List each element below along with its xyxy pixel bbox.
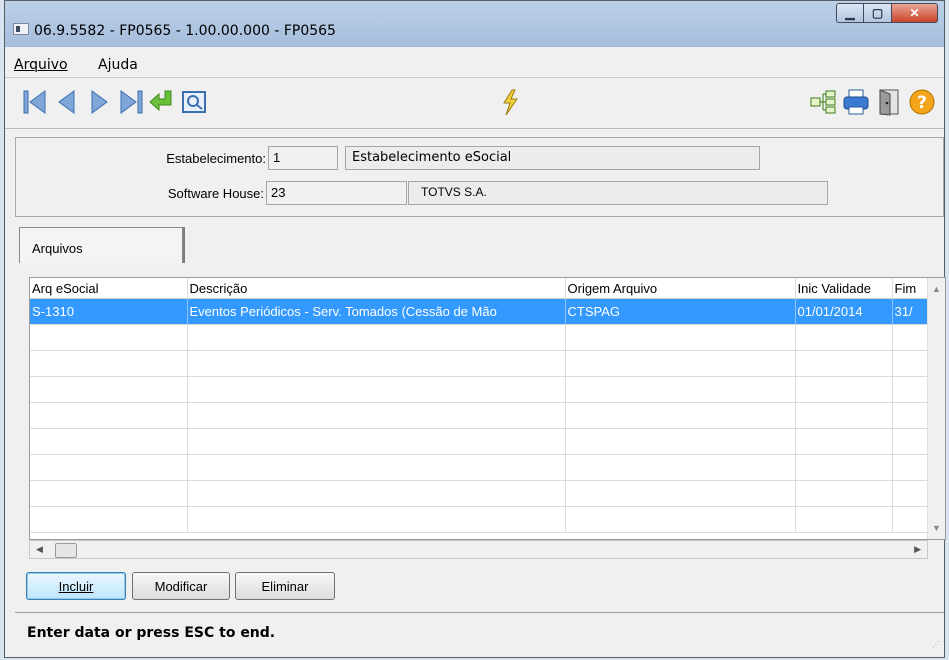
menu-arquivo[interactable]: Arquivo — [14, 57, 68, 73]
tab-arquivos[interactable]: Arquivos — [19, 227, 183, 263]
table-row-empty[interactable] — [30, 428, 933, 455]
help-button[interactable]: ? — [907, 87, 937, 117]
column-header-inic-validade[interactable]: Inic Validade — [795, 278, 893, 299]
horizontal-scrollbar[interactable]: ◀ ▶ — [29, 540, 928, 559]
table-row-empty[interactable] — [30, 506, 933, 533]
column-header-descricao[interactable]: Descrição — [187, 278, 566, 299]
cell-inic-validade: 01/01/2014 — [795, 298, 893, 325]
table-row-empty[interactable] — [30, 480, 933, 507]
next-record-icon — [91, 90, 108, 114]
last-record-button[interactable] — [116, 87, 146, 117]
table-row-empty[interactable] — [30, 376, 933, 403]
first-record-button[interactable] — [20, 87, 50, 117]
table-row-empty[interactable] — [30, 324, 933, 351]
header-form: Estabelecimento: 1 Estabelecimento eSoci… — [15, 137, 944, 217]
search-zoom-icon — [182, 91, 206, 113]
exit-button[interactable] — [874, 87, 904, 117]
goto-button[interactable] — [147, 87, 177, 117]
estabelecimento-label: Estabelecimento: — [166, 151, 266, 166]
incluir-label: Incluir — [58, 578, 94, 594]
table-row-empty[interactable] — [30, 454, 933, 481]
arquivos-grid[interactable]: Arq eSocial Descrição Origem Arquivo Ini… — [29, 277, 946, 540]
previous-record-button[interactable] — [52, 87, 82, 117]
cell-descricao: Eventos Periódicos - Serv. Tomados (Cess… — [187, 298, 566, 325]
first-record-icon — [23, 90, 46, 114]
lightning-button[interactable] — [495, 87, 525, 117]
scroll-thumb[interactable] — [55, 543, 77, 558]
eliminar-button[interactable]: Eliminar — [235, 572, 335, 600]
goto-enter-icon — [149, 90, 172, 112]
table-row[interactable]: S-1310 Eventos Periódicos - Serv. Tomado… — [30, 298, 933, 325]
cell-fim: 31/ — [892, 298, 933, 325]
menu-ajuda-label: Ajuda — [98, 57, 138, 73]
close-button[interactable]: ✕ — [892, 3, 938, 23]
vertical-scrollbar[interactable]: ▲ ▼ — [927, 278, 945, 539]
scroll-right-icon[interactable]: ▶ — [914, 544, 921, 555]
cell-origem-arquivo: CTSPAG — [565, 298, 796, 325]
cell-arq-esocial: S-1310 — [30, 298, 188, 325]
window-title: 06.9.5582 - FP0565 - 1.00.00.000 - FP056… — [34, 23, 336, 39]
estabelecimento-code-field[interactable]: 1 — [268, 146, 338, 170]
grid-header-row: Arq eSocial Descrição Origem Arquivo Ini… — [30, 278, 933, 299]
print-icon — [843, 89, 869, 115]
last-record-icon — [120, 90, 143, 114]
minimize-button[interactable]: ▁ — [836, 3, 864, 23]
scroll-up-icon[interactable]: ▲ — [932, 284, 941, 294]
help-icon: ? — [909, 89, 935, 115]
maximize-icon: ▢ — [871, 6, 884, 20]
software-house-label: Software House: — [167, 186, 264, 201]
modificar-label: Modificar — [154, 578, 208, 594]
close-icon: ✕ — [909, 6, 920, 20]
software-house-name-field: TOTVS S.A. — [408, 181, 828, 205]
column-header-origem-arquivo[interactable]: Origem Arquivo — [565, 278, 796, 299]
estabelecimento-name-field: Estabelecimento eSocial — [345, 146, 760, 170]
column-header-fim[interactable]: Fim — [892, 278, 933, 299]
minimize-icon: ▁ — [845, 6, 855, 20]
eliminar-label: Eliminar — [261, 578, 309, 594]
scroll-left-icon[interactable]: ◀ — [36, 544, 43, 555]
scroll-down-icon[interactable]: ▼ — [932, 523, 941, 533]
status-message: Enter data or press ESC to end. — [27, 625, 276, 641]
status-bar: Enter data or press ESC to end. ⋰ — [15, 612, 944, 652]
menu-bar: Arquivo Ajuda — [5, 47, 944, 78]
exit-door-icon — [879, 89, 899, 116]
tab-arquivos-label: Arquivos — [32, 241, 83, 256]
tree-view-icon — [810, 90, 836, 114]
menu-ajuda[interactable]: Ajuda — [98, 57, 138, 73]
toolbar: ? — [5, 78, 944, 129]
table-row-empty[interactable] — [30, 350, 933, 377]
tree-view-button[interactable] — [808, 87, 838, 117]
svg-text:?: ? — [917, 93, 927, 113]
next-record-button[interactable] — [84, 87, 114, 117]
print-button[interactable] — [841, 87, 871, 117]
previous-record-icon — [58, 90, 75, 114]
app-icon[interactable] — [13, 23, 29, 35]
title-bar[interactable]: 06.9.5582 - FP0565 - 1.00.00.000 - FP056… — [5, 1, 944, 47]
lightning-icon — [503, 89, 518, 116]
search-button[interactable] — [179, 87, 209, 117]
incluir-button[interactable]: Incluir — [26, 572, 126, 600]
application-window: 06.9.5582 - FP0565 - 1.00.00.000 - FP056… — [4, 0, 946, 658]
modificar-button[interactable]: Modificar — [132, 572, 230, 600]
menu-arquivo-label: Arquivo — [14, 57, 68, 73]
software-house-code-field[interactable]: 23 — [266, 181, 407, 205]
column-header-arq-esocial[interactable]: Arq eSocial — [30, 278, 188, 299]
table-row-empty[interactable] — [30, 402, 933, 429]
maximize-button[interactable]: ▢ — [864, 3, 892, 23]
resize-grip-icon[interactable]: ⋰ — [932, 640, 942, 650]
